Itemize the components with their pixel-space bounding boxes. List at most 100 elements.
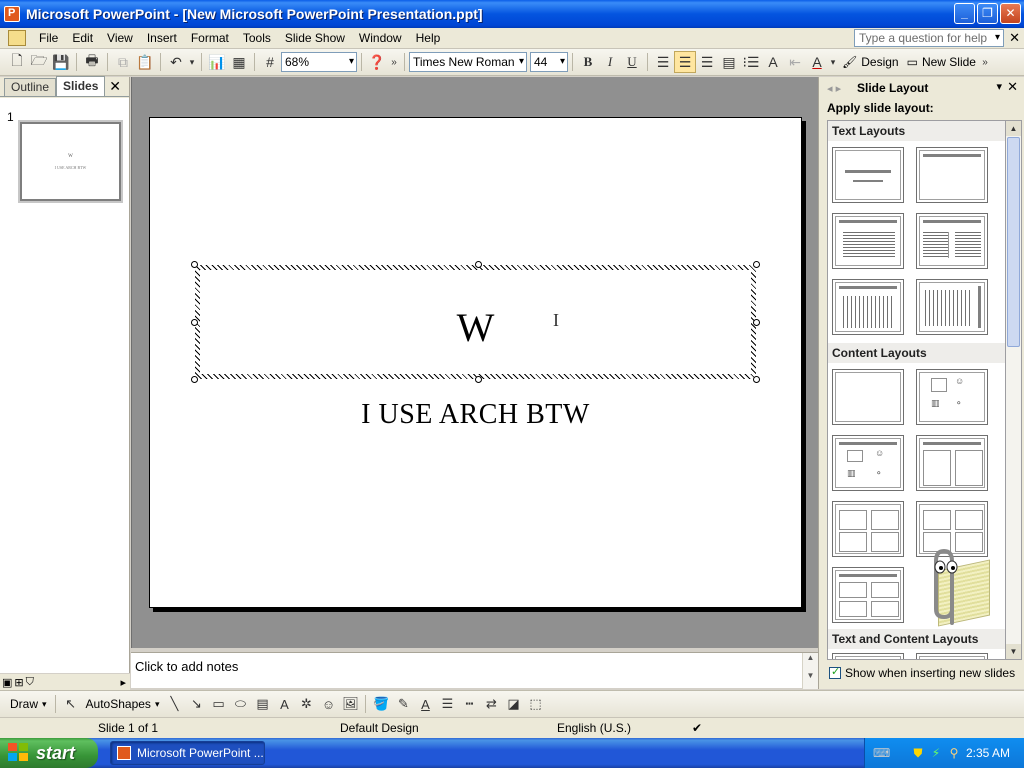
show-layout-checkbox-label[interactable]: Show when inserting new slides <box>845 666 1015 680</box>
resize-handle[interactable] <box>753 319 760 326</box>
print-icon[interactable]: 🖶 <box>81 51 103 73</box>
3d-style-icon[interactable]: ⬚ <box>524 693 546 715</box>
keyboard-icon[interactable]: ⌨ <box>873 746 890 760</box>
show-layout-checkbox[interactable] <box>829 665 841 679</box>
layout-four-content[interactable] <box>832 567 904 623</box>
toolbar-options-icon[interactable]: » <box>980 51 990 73</box>
help-icon[interactable]: ❓ <box>366 51 388 73</box>
layout-title-slide[interactable] <box>832 147 904 203</box>
insert-chart-icon[interactable]: 📊 <box>206 51 228 73</box>
task-pane-close-icon[interactable]: ✕ <box>1007 79 1018 95</box>
layout-title-and-text[interactable] <box>832 213 904 269</box>
arrow-icon[interactable]: ↘ <box>185 693 207 715</box>
clock[interactable]: 2:35 AM <box>966 746 1010 760</box>
resize-handle[interactable] <box>475 261 482 268</box>
line-icon[interactable]: ╲ <box>163 693 185 715</box>
show-layout-checkbox-row[interactable]: Show when inserting new slides <box>829 665 1015 680</box>
align-right-icon[interactable]: ☰ <box>696 51 718 73</box>
layout-title-two-column[interactable] <box>916 213 988 269</box>
layout-text-content-2[interactable] <box>916 653 988 659</box>
menu-file[interactable]: File <box>32 28 65 48</box>
menu-view[interactable]: View <box>100 28 140 48</box>
close-button[interactable]: ✕ <box>1000 3 1021 24</box>
menu-window[interactable]: Window <box>352 28 409 48</box>
draw-menu-button[interactable]: Draw ▾ <box>6 693 51 715</box>
taskbar-powerpoint-button[interactable]: Microsoft PowerPoint ... <box>110 741 265 765</box>
resize-handle[interactable] <box>753 376 760 383</box>
spelling-icon[interactable]: ✔ <box>692 721 702 735</box>
menu-format[interactable]: Format <box>184 28 236 48</box>
font-size-select[interactable]: 44 <box>530 52 568 72</box>
increase-font-icon[interactable]: A <box>762 51 784 73</box>
resize-handle[interactable] <box>191 261 198 268</box>
zoom-select[interactable]: 68% <box>281 52 357 72</box>
design-button[interactable]: 🖌 Design <box>838 51 903 73</box>
undo-icon[interactable]: ↶ <box>165 51 187 73</box>
layout-title-and-content[interactable]: ☺ ▥ ⚬ <box>832 435 904 491</box>
document-icon[interactable] <box>8 30 26 46</box>
underline-button[interactable]: U <box>621 51 643 73</box>
normal-view-icon[interactable]: ▣ <box>2 676 12 689</box>
justify-icon[interactable]: ▤ <box>718 51 740 73</box>
fill-color-icon[interactable]: 🪣 <box>370 693 392 715</box>
minimize-button[interactable]: _ <box>954 3 975 24</box>
toolbar-options-icon[interactable]: » <box>388 51 400 73</box>
tab-slides[interactable]: Slides <box>56 76 106 96</box>
new-document-icon[interactable]: 🗋 <box>6 51 28 73</box>
layout-vertical-text[interactable] <box>832 279 904 335</box>
menu-tools[interactable]: Tools <box>236 28 278 48</box>
title-placeholder[interactable]: W I <box>191 261 760 383</box>
pane-close-icon[interactable]: ✕ <box>109 78 121 95</box>
tab-outline[interactable]: Outline <box>4 78 57 96</box>
clip-art-icon[interactable]: ☺ <box>317 693 339 715</box>
resize-handle[interactable] <box>191 319 198 326</box>
layout-title-two-content[interactable] <box>916 435 988 491</box>
task-pane-nav-icon[interactable]: ◂ ▸ <box>827 82 857 95</box>
bold-button[interactable]: B <box>577 51 599 73</box>
notes-pane[interactable]: Click to add notes ▲ ▼ <box>131 652 818 689</box>
task-pane-scrollbar[interactable]: ▲ ▼ <box>1006 120 1022 660</box>
bullets-icon[interactable]: ⁝☰ <box>740 51 762 73</box>
task-pane-dropdown-icon[interactable]: ▾ <box>996 80 1002 93</box>
notes-scrollbar[interactable]: ▲ ▼ <box>802 653 818 689</box>
show-grid-icon[interactable]: # <box>259 51 281 73</box>
font-color-icon[interactable]: A <box>806 51 828 73</box>
menu-slide-show[interactable]: Slide Show <box>278 28 352 48</box>
layout-vertical-title-text[interactable] <box>916 279 988 335</box>
resize-handle[interactable] <box>191 376 198 383</box>
resize-handle[interactable] <box>753 261 760 268</box>
slide-thumbnail[interactable]: W I USE ARCH BTW <box>18 120 123 203</box>
security-shield-icon[interactable]: ⛊ <box>911 746 925 760</box>
slide-sorter-view-icon[interactable]: ⊞ <box>14 676 23 689</box>
save-icon[interactable]: 💾 <box>50 51 72 73</box>
align-left-icon[interactable]: ☰ <box>652 51 674 73</box>
help-search-input[interactable]: Type a question for help <box>854 29 1004 47</box>
slide-canvas[interactable]: W I I USE ARCH BTW <box>149 117 802 608</box>
document-close-icon[interactable]: ✕ <box>1009 30 1020 46</box>
paste-icon[interactable]: 📋 <box>134 51 156 73</box>
undo-dropdown-icon[interactable]: ▾ <box>187 51 197 73</box>
open-folder-icon[interactable]: 🗁 <box>28 51 50 73</box>
copy-icon[interactable]: ⧉ <box>112 51 134 73</box>
notes-placeholder[interactable]: Click to add notes <box>135 659 238 674</box>
insert-picture-icon[interactable]: 🖼 <box>339 693 361 715</box>
restore-button[interactable]: ❐ <box>977 3 998 24</box>
dash-style-icon[interactable]: ┅ <box>458 693 480 715</box>
menu-insert[interactable]: Insert <box>140 28 184 48</box>
select-objects-icon[interactable]: ↖ <box>60 693 82 715</box>
oval-icon[interactable]: ⬭ <box>229 693 251 715</box>
arrow-style-icon[interactable]: ⇄ <box>480 693 502 715</box>
office-assistant-clippy[interactable] <box>912 545 994 627</box>
new-slide-button[interactable]: ▭ New Slide <box>903 51 980 73</box>
diagram-icon[interactable]: ✲ <box>295 693 317 715</box>
text-box-icon[interactable]: ▤ <box>251 693 273 715</box>
align-center-icon[interactable]: ☰ <box>674 51 696 73</box>
font-name-select[interactable]: Times New Roman <box>409 52 527 72</box>
italic-button[interactable]: I <box>599 51 621 73</box>
insert-table-icon[interactable]: ▦ <box>228 51 250 73</box>
layout-title-content-2[interactable] <box>832 501 904 557</box>
line-color-icon[interactable]: ✎ <box>392 693 414 715</box>
layout-blank[interactable] <box>832 369 904 425</box>
scroll-right-icon[interactable]: ▸ <box>120 676 126 689</box>
autoshapes-menu-button[interactable]: AutoShapes ▾ <box>82 693 164 715</box>
